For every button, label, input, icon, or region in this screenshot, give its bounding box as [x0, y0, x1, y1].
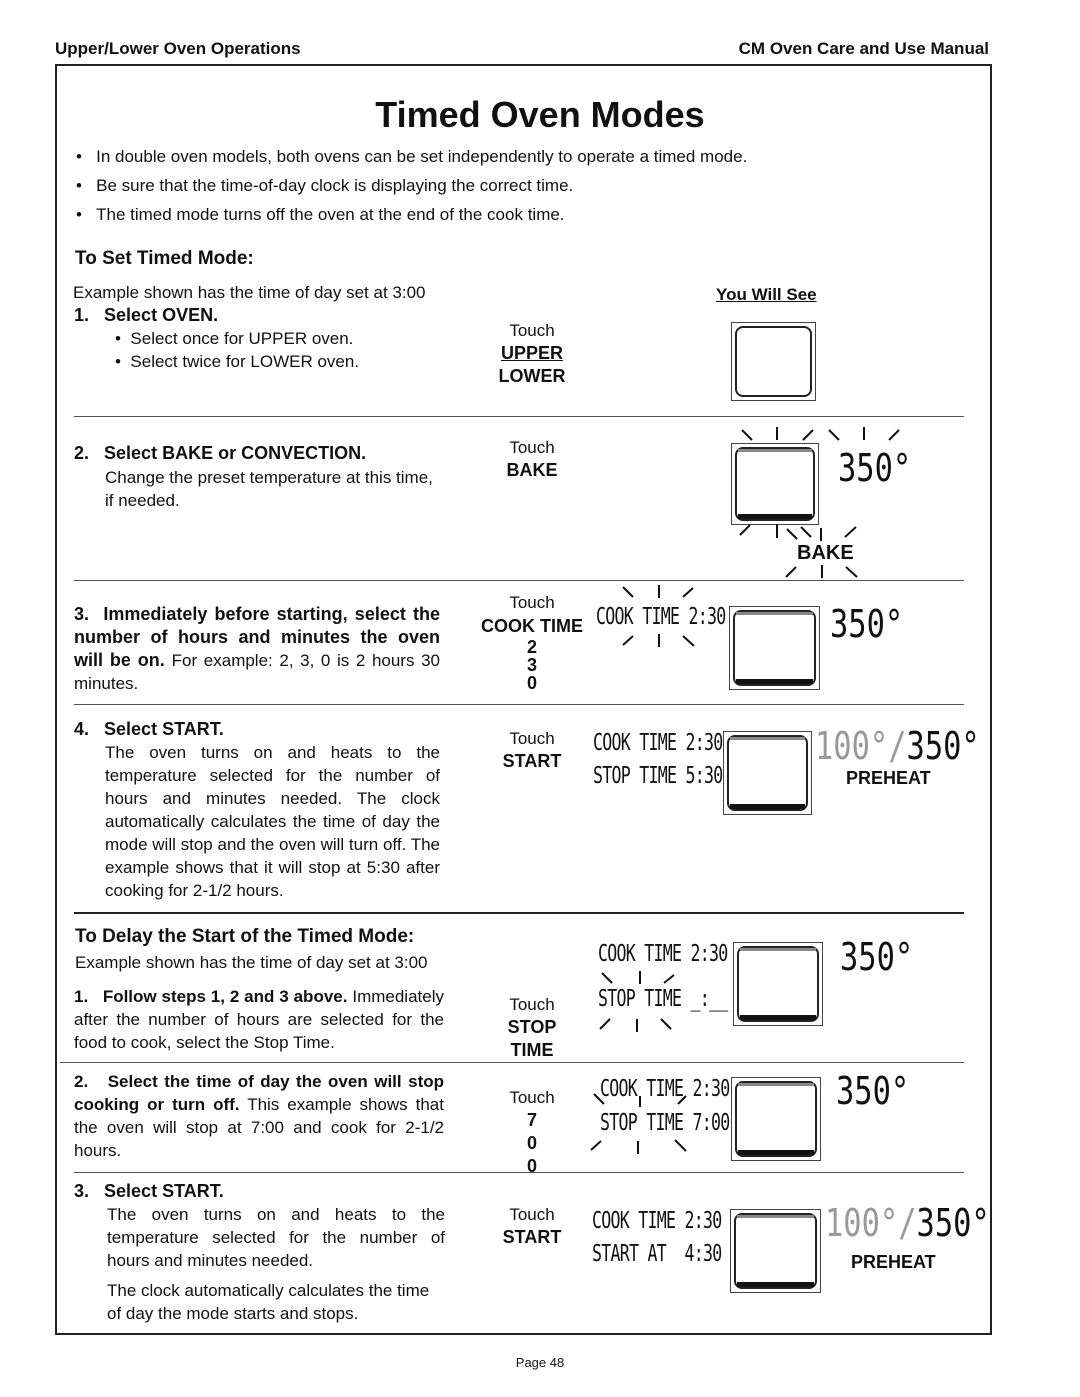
- manual-page: Upper/Lower Oven Operations CM Oven Care…: [0, 0, 1080, 1397]
- flash-rays-icon: [590, 427, 900, 1154]
- page-number: Page 48: [515, 1355, 565, 1370]
